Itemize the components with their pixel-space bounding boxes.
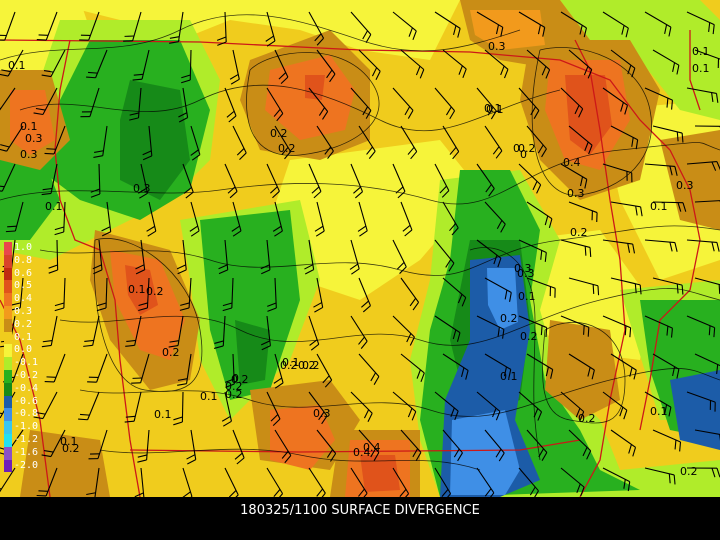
legend-label: 0.6 (14, 267, 33, 279)
contour-label: 0.4 (563, 156, 581, 169)
legend-swatch (4, 408, 12, 422)
color-legend: 1.0 0.8 0.6 0.5 0.4 0.3 0.2 0.1 0.0 -0.1-… (4, 242, 52, 473)
contour-label: 0.1 (692, 62, 710, 75)
legend-label: -1.6 (14, 446, 39, 458)
contour-label: 0.1 (154, 408, 172, 421)
legend-label: 0.1 (14, 331, 33, 343)
contour-label: 0.3 (567, 187, 585, 200)
contour-label: 0.3 (676, 179, 694, 192)
legend-label: 0.4 (14, 293, 33, 305)
legend-swatch (4, 446, 12, 460)
contour-label: 0.2 (578, 412, 596, 425)
contour-label: 0.2 (520, 330, 538, 343)
contour-label: 0.3 (514, 262, 532, 275)
legend-label: -0.6 (14, 395, 39, 407)
legend-swatch (4, 242, 12, 255)
contour-label: 0.2 (298, 359, 316, 372)
contour-label: 0.1 (128, 283, 146, 296)
contour-label: 0.3 (488, 40, 506, 53)
legend-label: 0.3 (14, 305, 33, 317)
legend-swatch (4, 433, 12, 447)
legend-swatch (4, 459, 12, 473)
legend-swatch (4, 267, 12, 281)
legend-label: -1.0 (14, 421, 39, 433)
legend-swatch (4, 421, 12, 434)
legend-label: 0.8 (14, 254, 33, 266)
legend-label: 1.0 (14, 242, 33, 253)
legend-label: 0.5 (14, 280, 33, 292)
legend-swatch (4, 280, 12, 294)
contour-label: 0.2 (500, 312, 518, 325)
contour-label: 0.2 (62, 442, 80, 455)
legend-swatch (4, 318, 12, 332)
contour-label: 0.2 (162, 346, 180, 359)
contour-label: 0 (232, 372, 239, 385)
legend-swatch (4, 344, 12, 358)
legend-swatch (4, 331, 12, 345)
legend-label: -0.8 (14, 408, 39, 420)
legend-label: -0.2 (14, 369, 39, 381)
contour-label: 0.2 (278, 142, 296, 155)
contour-label: 0.1 (500, 370, 518, 383)
contour-label: 0.1 (282, 356, 300, 369)
contour-label: 0.3 (133, 182, 151, 195)
contour-label: 0.1 (518, 290, 536, 303)
contour-label: 0.2 (146, 285, 164, 298)
contour-label: 0.1 (8, 59, 26, 72)
contour-label: 0.1 (650, 405, 668, 418)
map-caption: 180325/1100 SURFACE DIVERGENCE (240, 503, 480, 518)
divergence-map: 0.10.30.10.10.30.30.20.20.40.20.10.200.1… (0, 0, 720, 497)
contour-label: 0.2 (270, 127, 288, 140)
contour-label: 0.1 (45, 200, 63, 213)
contour-label: 0.1 (200, 390, 218, 403)
contour-label: 0 (520, 148, 527, 161)
contour-label: 0 (513, 142, 520, 155)
legend-swatch (4, 305, 12, 319)
contour-label: 0.4 (363, 441, 381, 454)
contour-label: 0.1 (692, 45, 710, 58)
legend-label: -2.0 (14, 459, 39, 471)
contour-label: 0.3 (25, 132, 43, 145)
legend-label: -0.4 (14, 382, 39, 394)
legend-swatch (4, 395, 12, 409)
legend-label: 0.0 (14, 344, 33, 356)
contour-label: 0.3 (20, 148, 38, 161)
contour-label: 0.1 (650, 200, 668, 213)
legend-entry: -2.0 (4, 459, 52, 473)
legend-swatch (4, 357, 12, 370)
legend-swatch (4, 369, 12, 383)
legend-label: -1.2 (14, 433, 39, 445)
contour-label: 0.2 (570, 226, 588, 239)
legend-label: 0.2 (14, 318, 33, 330)
legend-swatch (4, 254, 12, 268)
legend-swatch (4, 293, 12, 306)
shaded-field (0, 0, 720, 497)
legend-label: -0.1 (14, 357, 39, 369)
legend-swatch (4, 382, 12, 396)
contour-label: 0.1 (484, 102, 502, 115)
contour-label: 0.2 (680, 465, 698, 478)
contour-label: 0.3 (313, 407, 331, 420)
